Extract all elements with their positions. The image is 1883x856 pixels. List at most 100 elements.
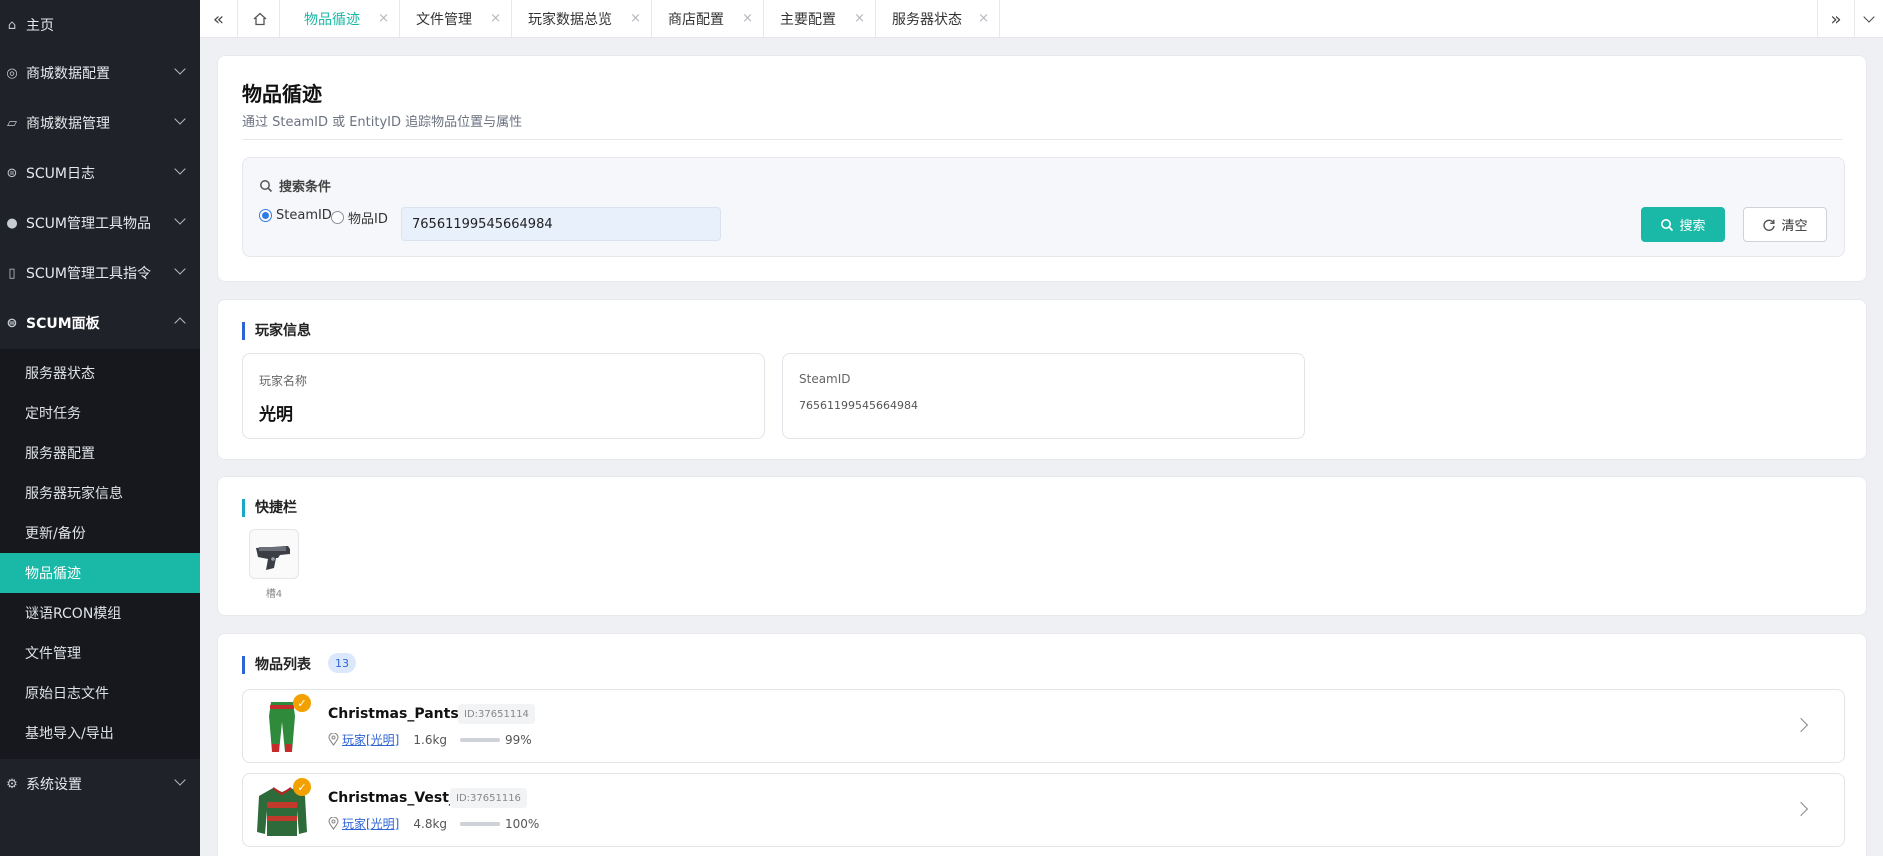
item-weight: 4.8kg	[413, 816, 448, 831]
sidebar-item-home[interactable]: ⌂ 主页	[0, 0, 200, 50]
item-condition: 99%	[505, 732, 532, 747]
edit-icon: ▱	[7, 115, 17, 131]
radio-steamid[interactable]: SteamID	[259, 208, 332, 223]
tabs-scroll-right-icon[interactable]: »	[1817, 0, 1855, 38]
close-icon[interactable]: ×	[978, 11, 989, 26]
steamid-box: SteamID 76561199545664984	[782, 353, 1305, 439]
chevron-down-icon	[174, 213, 186, 225]
tab-player-overview[interactable]: 玩家数据总览 ×	[512, 0, 652, 38]
sidebar-item-label: SCUM管理工具指令	[26, 266, 151, 282]
tab-bar: « 物品循迹 × 文件管理 × 玩家数据总览 × 商店配置 × 主要配置 × 服…	[200, 0, 1883, 38]
search-input[interactable]	[401, 207, 721, 241]
pistol-icon	[256, 546, 290, 570]
clear-button[interactable]: 清空	[1743, 207, 1827, 242]
search-heading: 搜索条件	[259, 176, 331, 195]
sidebar-subitem-rcon-mod[interactable]: 谜语RCON模组	[0, 593, 200, 633]
hotbar-slot-label: 槽4	[265, 589, 283, 600]
sidebar-subitem-scheduled-tasks[interactable]: 定时任务	[0, 393, 200, 433]
close-icon[interactable]: ×	[490, 11, 501, 26]
player-info-card: 玩家信息 玩家名称 光明 SteamID 76561199545664984	[217, 299, 1867, 460]
sidebar-item-scum-tool-items[interactable]: ● SCUM管理工具物品	[0, 198, 200, 248]
home-icon	[253, 12, 266, 26]
radio-unchecked-icon[interactable]	[331, 211, 344, 224]
chevron-down-icon	[174, 263, 186, 275]
sidebar-item-scum-panel[interactable]: ⊜ SCUM面板	[0, 298, 200, 348]
sidebar-item-label: 主页	[26, 18, 54, 34]
home-icon: ⌂	[7, 17, 17, 33]
item-weight: 1.6kg	[413, 732, 448, 747]
sidebar-subitem-server-config[interactable]: 服务器配置	[0, 433, 200, 473]
item-location-link[interactable]: 玩家[光明]	[342, 815, 399, 832]
tab-label: 服务器状态	[892, 12, 962, 28]
chevron-right-icon[interactable]	[1793, 717, 1809, 733]
radio-itemid[interactable]: 物品ID	[331, 208, 388, 227]
tab-shop-config[interactable]: 商店配置 ×	[652, 0, 764, 38]
player-name-box: 玩家名称 光明	[242, 353, 765, 439]
chevron-down-icon	[174, 113, 186, 125]
condition-bar	[460, 737, 501, 742]
tab-main-config[interactable]: 主要配置 ×	[764, 0, 876, 38]
sidebar-item-scum-log[interactable]: ⊜ SCUM日志	[0, 148, 200, 198]
hotbar-card: 快捷栏 槽4	[217, 476, 1867, 616]
search-panel: 搜索条件 SteamID 物品ID 搜索 清空	[242, 157, 1845, 257]
search-button-label: 搜索	[1679, 219, 1706, 234]
tab-label: 主要配置	[780, 12, 836, 28]
tab-server-status[interactable]: 服务器状态 ×	[876, 0, 1000, 38]
clear-button-label: 清空	[1781, 219, 1808, 234]
item-id-tag: ID:37651116	[450, 788, 527, 808]
sidebar-item-label: SCUM面板	[26, 316, 100, 332]
sidebar-item-label: SCUM日志	[26, 166, 95, 182]
sidebar-item-mall-manage[interactable]: ▱ 商城数据管理	[0, 98, 200, 148]
sidebar-subitem-player-info[interactable]: 服务器玩家信息	[0, 473, 200, 513]
chevron-up-icon	[174, 317, 186, 329]
layers-icon: ⊜	[6, 315, 18, 331]
layers-icon: ⊜	[6, 165, 18, 181]
tab-item-trace[interactable]: 物品循迹 ×	[288, 0, 400, 38]
item-list-card: 物品列表 13 ✓ Christmas_Pants_01 ID:37651114…	[217, 633, 1867, 856]
chevron-right-icon[interactable]	[1793, 801, 1809, 817]
item-meta: 玩家[光明] 4.8kg 100%	[328, 815, 539, 832]
item-condition: 100%	[505, 816, 540, 831]
chevron-down-icon	[174, 63, 186, 75]
sidebar-subitem-update-backup[interactable]: 更新/备份	[0, 513, 200, 553]
gear-icon: ⚙	[6, 776, 18, 792]
location-pin-icon	[328, 817, 339, 830]
hotbar-slot[interactable]	[249, 529, 299, 579]
sidebar-subitem-file-manage[interactable]: 文件管理	[0, 633, 200, 673]
item-row[interactable]: ✓ Christmas_Vest_01 ID:37651116 玩家[光明] 4…	[242, 773, 1845, 847]
section-title-player: 玩家信息	[242, 322, 311, 340]
sidebar-item-system-settings[interactable]: ⚙ 系统设置	[0, 759, 200, 809]
sidebar-subitem-server-status[interactable]: 服务器状态	[0, 353, 200, 393]
sidebar-subitem-base-import-export[interactable]: 基地导入/导出	[0, 713, 200, 753]
tabs-scroll-left-icon[interactable]: «	[200, 0, 238, 38]
chevron-down-icon	[174, 163, 186, 175]
player-name-label: 玩家名称	[259, 374, 308, 388]
sidebar-submenu: 服务器状态 定时任务 服务器配置 服务器玩家信息 更新/备份 物品循迹 谜语RC…	[0, 349, 200, 759]
close-icon[interactable]: ×	[378, 11, 389, 26]
sidebar-subitem-item-trace[interactable]: 物品循迹	[0, 553, 200, 593]
radio-checked-icon[interactable]	[259, 209, 272, 222]
sidebar-subitem-raw-logs[interactable]: 原始日志文件	[0, 673, 200, 713]
tab-label: 物品循迹	[304, 12, 360, 28]
search-icon	[1661, 218, 1674, 231]
check-badge-icon: ✓	[293, 694, 311, 712]
tab-file-manage[interactable]: 文件管理 ×	[400, 0, 512, 38]
close-icon[interactable]: ×	[854, 11, 865, 26]
check-badge-icon: ✓	[293, 778, 311, 796]
close-icon[interactable]: ×	[630, 11, 641, 26]
refresh-icon	[1763, 219, 1776, 231]
close-icon[interactable]: ×	[742, 11, 753, 26]
item-location-link[interactable]: 玩家[光明]	[342, 731, 399, 748]
sidebar-item-mall-config[interactable]: ◎ 商城数据配置	[0, 48, 200, 98]
document-icon: ▯	[8, 265, 16, 281]
tab-label: 商店配置	[668, 12, 724, 28]
search-button[interactable]: 搜索	[1641, 207, 1725, 242]
section-title-items: 物品列表	[242, 656, 311, 674]
item-meta: 玩家[光明] 1.6kg 99%	[328, 731, 532, 748]
tab-home[interactable]	[240, 0, 280, 38]
sidebar-item-scum-tool-commands[interactable]: ▯ SCUM管理工具指令	[0, 248, 200, 298]
chevron-down-icon	[174, 774, 186, 786]
tabs-menu-chevron-icon[interactable]	[1855, 0, 1883, 38]
location-pin-icon	[328, 733, 339, 746]
item-row[interactable]: ✓ Christmas_Pants_01 ID:37651114 玩家[光明] …	[242, 689, 1845, 763]
